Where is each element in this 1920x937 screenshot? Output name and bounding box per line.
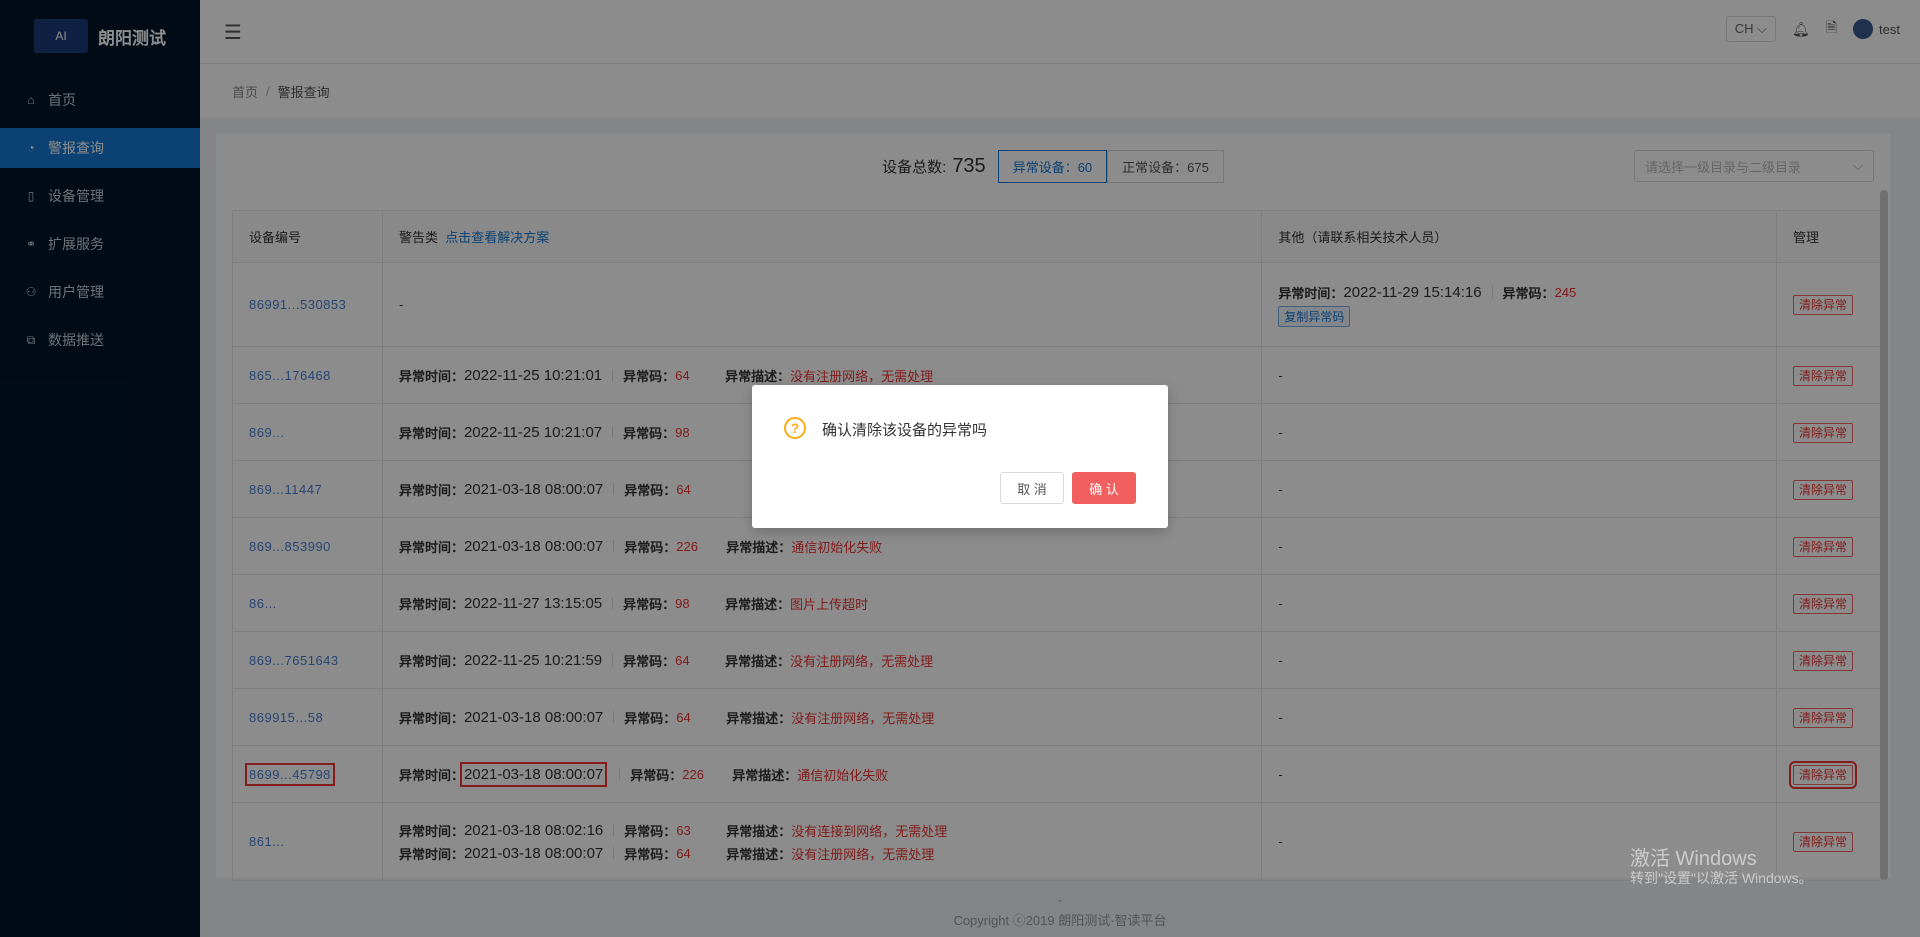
confirm-button[interactable]: 确 认: [1072, 472, 1136, 504]
confirm-modal: ? 确认清除该设备的异常吗 取 消 确 认: [752, 385, 1168, 528]
windows-watermark-subtitle: 转到"设置"以激活 Windows。: [1630, 870, 1813, 886]
cancel-button[interactable]: 取 消: [1000, 472, 1064, 504]
windows-watermark-title: 激活 Windows: [1630, 848, 1757, 870]
modal-message: 确认清除该设备的异常吗: [822, 422, 988, 439]
question-icon: ?: [784, 417, 806, 439]
